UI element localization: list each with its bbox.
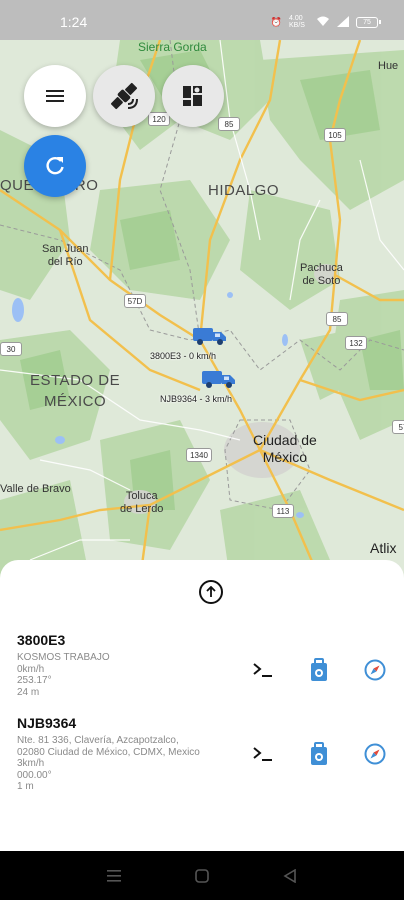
highway-shield: 1340 xyxy=(186,448,212,462)
map-label-san-juan: San Juan del Río xyxy=(42,243,89,268)
system-nav-bar xyxy=(0,851,404,900)
back-button[interactable] xyxy=(278,864,302,888)
vehicle-marker-label: 3800E3 - 0 km/h xyxy=(150,351,217,361)
map-label-pachuca: Pachuca de Soto xyxy=(300,262,343,287)
highway-shield: 85 xyxy=(326,312,348,326)
lock-icon xyxy=(311,742,327,765)
highway-shield: 30 xyxy=(0,342,22,356)
arrow-up-icon xyxy=(206,586,216,597)
highway-shield: 132 xyxy=(345,336,367,350)
highway-shield: 120 xyxy=(148,112,170,126)
vehicle-list-item[interactable]: 3800E3 KOSMOS TRABAJO 0km/h 253.17° 24 m xyxy=(17,632,387,704)
satellite-icon xyxy=(110,82,138,110)
truck-marker-icon[interactable] xyxy=(202,369,236,389)
command-button[interactable] xyxy=(251,658,275,682)
compass-icon xyxy=(364,743,386,765)
lock-button[interactable] xyxy=(307,742,331,766)
menu-icon xyxy=(46,90,64,102)
battery-icon: 75 xyxy=(356,16,381,28)
navigate-button[interactable] xyxy=(363,742,387,766)
status-icons: ⏰ 4.00 KB/S 75 xyxy=(270,15,381,29)
vehicle-heading: 000.00° xyxy=(17,769,52,781)
map-label-huejutla: Hue xyxy=(378,60,399,72)
vehicle-name: NJB9364 xyxy=(17,715,77,731)
wifi-icon xyxy=(316,16,330,29)
layers-icon xyxy=(183,86,202,106)
vehicle-accuracy: 1 m xyxy=(17,781,34,792)
navigate-button[interactable] xyxy=(363,658,387,682)
recents-icon xyxy=(107,869,121,882)
vehicle-marker-label: NJB9364 - 3 km/h xyxy=(160,394,233,404)
command-button[interactable] xyxy=(251,742,275,766)
refresh-icon xyxy=(46,156,64,175)
map-label-toluca: Toluca de Lerdo xyxy=(120,490,164,515)
expand-sheet-button[interactable] xyxy=(199,580,223,604)
highway-shield: 85 xyxy=(218,117,240,131)
vehicle-name: 3800E3 xyxy=(17,632,66,648)
signal-icon xyxy=(337,15,349,29)
alarm-icon: ⏰ xyxy=(270,16,282,27)
vehicle-accuracy: 24 m xyxy=(17,686,40,698)
map-label-atlix: Atlix xyxy=(370,540,397,556)
back-icon xyxy=(283,868,296,883)
layers-button[interactable] xyxy=(162,65,224,127)
refresh-button[interactable] xyxy=(24,135,86,197)
map-label-estado-mexico: ESTADO DE MÉXICO xyxy=(30,372,121,410)
recents-button[interactable] xyxy=(102,864,126,888)
vehicle-list-sheet xyxy=(0,560,404,851)
satellite-button[interactable] xyxy=(93,65,155,127)
map-label-sierra-gorda: Sierra Gorda xyxy=(138,40,207,54)
lock-icon xyxy=(311,658,327,681)
highway-shield: 105 xyxy=(324,128,346,142)
terminal-icon xyxy=(253,747,272,761)
map-label-cdmx: Ciudad de México xyxy=(253,432,317,465)
menu-button[interactable] xyxy=(24,65,86,127)
lock-button[interactable] xyxy=(307,658,331,682)
home-button[interactable] xyxy=(190,864,214,888)
highway-shield: 57D xyxy=(124,294,146,308)
status-bar: 1:24 ⏰ 4.00 KB/S 75 xyxy=(0,0,404,44)
network-speed: 4.00 KB/S xyxy=(289,15,305,29)
highway-shield: 113 xyxy=(272,504,294,518)
compass-icon xyxy=(364,659,386,681)
map-label-valle-bravo: Valle de Bravo xyxy=(0,483,71,495)
map-label-hidalgo: HIDALGO xyxy=(208,182,280,199)
vehicle-list-item[interactable]: NJB9364 Nte. 81 336, Clavería, Azcapotza… xyxy=(17,715,387,805)
terminal-icon xyxy=(253,663,272,677)
highway-shield: 57 xyxy=(392,420,404,434)
truck-marker-icon[interactable] xyxy=(193,326,227,346)
home-icon xyxy=(195,868,209,883)
status-time: 1:24 xyxy=(60,14,88,30)
